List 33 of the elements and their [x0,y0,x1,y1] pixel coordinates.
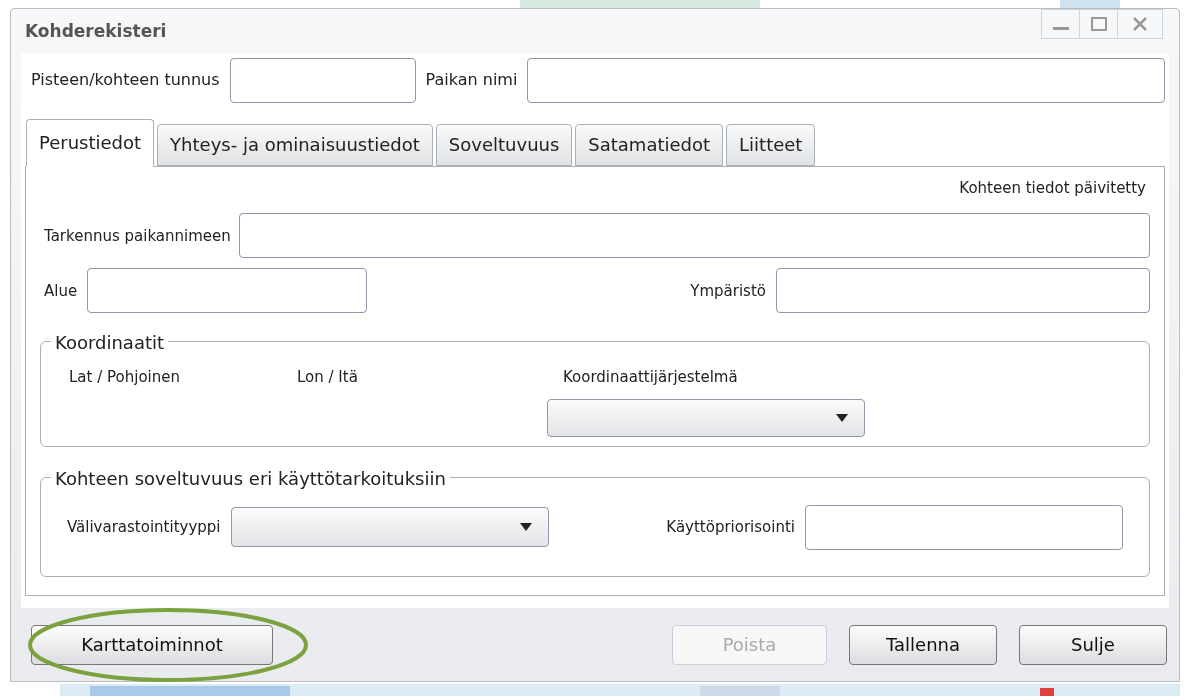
input-field[interactable] [805,504,1123,550]
caret-icon [519,523,532,532]
tab[interactable]: Soveltuvuus [435,123,573,166]
field-label: Tarkennus paikannimeen [44,225,231,247]
field-label: Ympäristö [690,280,766,302]
action-button[interactable]: Sulje [1019,624,1167,665]
field-label: Käyttöpriorisointi [666,517,795,538]
tab[interactable]: Yhteys- ja ominaisuustiedot [157,123,433,166]
window-title: Kohderekisteri [24,19,167,43]
field-label: Paikan nimi [425,69,518,92]
column-label: Lat / Pohjoinen [69,367,181,389]
dropdown[interactable] [547,398,865,437]
field-label: Pisteen/kohteen tunnus [31,69,220,92]
tab[interactable]: Liitteet [726,123,816,166]
field-label: Välivarastointityyppi [67,517,221,538]
dropdown[interactable] [230,507,549,548]
field-label: Alue [44,280,78,302]
close-icon [1133,17,1147,31]
caret-icon [836,413,848,422]
status-text: Kohteen tiedot päivitetty [959,177,1147,199]
action-button[interactable]: Karttatoiminnot [31,624,273,665]
maximize-icon [1090,17,1107,31]
input-field[interactable] [527,57,1165,103]
input-field[interactable] [229,57,416,103]
minimize-icon [1052,27,1069,30]
input-field[interactable] [776,268,1150,314]
column-label: Lon / Itä [297,367,359,389]
action-button[interactable]: Tallenna [849,624,997,665]
input-field[interactable] [87,268,368,314]
tab[interactable]: Perustiedot [26,118,155,167]
column-label: Koordinaattijärjestelmä [563,367,739,389]
input-field[interactable] [238,213,1150,259]
tab[interactable]: Satamatiedot [575,123,724,166]
